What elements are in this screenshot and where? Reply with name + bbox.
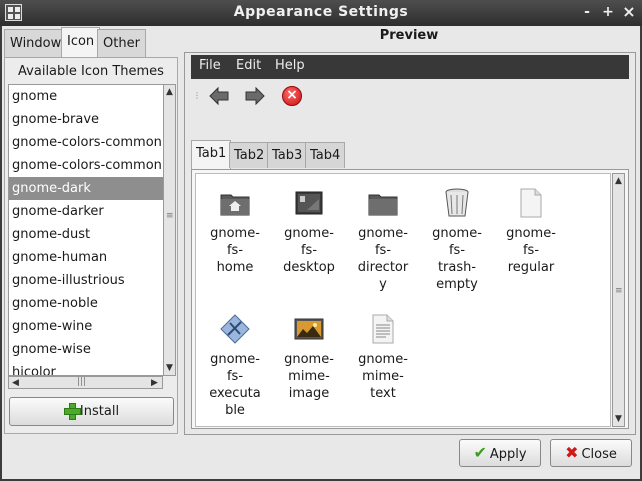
appearance-settings-window: Appearance Settings - + × Window Icon Ot… [0,0,642,481]
scroll-right-arrow-icon[interactable]: ▶ [151,378,158,388]
back-arrow-icon[interactable] [208,86,230,106]
icon-item-trash[interactable]: gnome- fs- trash- empty [420,187,494,293]
executable-icon [219,313,251,345]
close-x-icon: ✖ [565,443,579,462]
scroll-grip-icon: ||| [77,377,87,387]
tab-3[interactable]: Tab3 [267,142,308,168]
list-item-selected[interactable]: gnome-dark [9,177,163,200]
client-area: Window Icon Other Available Icon Themes … [2,26,640,479]
scroll-left-arrow-icon[interactable]: ◀ [12,378,19,388]
menu-help[interactable]: Help [275,58,305,73]
checkmark-icon: ✔ [473,443,487,462]
title-bar[interactable]: Appearance Settings - + × [0,0,642,26]
list-item[interactable]: gnome-illustrious [9,269,163,292]
minimize-button[interactable]: - [578,3,596,21]
list-item[interactable]: gnome-wine [9,315,163,338]
list-item[interactable]: gnome-human [9,246,163,269]
scroll-up-arrow-icon[interactable]: ▲ [166,87,173,97]
list-item[interactable]: gnome-wise [9,338,163,361]
install-label: Install [79,404,120,419]
close-label: Close [581,447,617,462]
maximize-button[interactable]: + [599,3,617,21]
list-item[interactable]: gnome-dust [9,223,163,246]
tab-icon[interactable]: Icon [61,27,101,57]
icon-item-home[interactable]: gnome- fs- home [198,187,272,276]
scroll-grip-icon: ≡ [166,211,174,221]
desktop-icon [293,187,325,219]
close-window-button[interactable]: × [620,3,638,21]
icon-item-mime-text[interactable]: gnome- mime- text [346,313,420,402]
tab-window[interactable]: Window [4,29,68,57]
regular-file-icon [515,187,547,219]
home-folder-icon [219,187,251,219]
list-item[interactable]: gnome-colors-common [9,154,163,177]
scroll-down-arrow-icon[interactable]: ▼ [166,363,173,373]
forward-arrow-icon[interactable] [244,86,266,106]
trash-icon [441,187,473,219]
scroll-grip-icon: ≡ [615,286,623,296]
install-button[interactable]: Install [9,397,174,426]
icon-item-regular[interactable]: gnome- fs- regular [494,187,568,276]
stop-icon[interactable]: × [282,86,302,106]
icon-item-mime-image[interactable]: gnome- mime- image [272,313,346,402]
menu-file[interactable]: File [199,58,221,73]
menu-edit[interactable]: Edit [236,58,261,73]
preview-menubar: File Edit Help [191,55,629,79]
list-item[interactable]: gnome-darker [9,200,163,223]
apply-label: Apply [489,447,527,462]
preview-toolbar: ⋮ × [191,81,629,111]
close-button[interactable]: ✖ Close [550,439,632,467]
scroll-up-arrow-icon[interactable]: ▲ [615,176,622,186]
icon-view-vertical-scrollbar[interactable]: ▲ ≡ ▼ [612,173,625,427]
image-file-icon [293,313,325,345]
icon-item-desktop[interactable]: gnome- fs- desktop [272,187,346,276]
list-item[interactable]: gnome-colors-common [9,131,163,154]
available-themes-heading: Available Icon Themes [18,64,164,79]
scroll-down-arrow-icon[interactable]: ▼ [615,414,622,424]
tab-1[interactable]: Tab1 [191,140,232,169]
tab-2[interactable]: Tab2 [229,142,270,168]
preview-frame: File Edit Help ⋮ × Tab1 Tab2 Tab3 Tab4 g… [184,52,636,435]
icon-item-directory[interactable]: gnome- fs- director y [346,187,420,293]
preview-heading: Preview [379,28,439,43]
icon-item-executable[interactable]: gnome- fs- executa ble [198,313,272,419]
list-item[interactable]: gnome-brave [9,108,163,131]
tab-other[interactable]: Other [97,29,146,57]
window-title: Appearance Settings [233,4,409,20]
icon-theme-panel: Available Icon Themes gnome gnome-brave … [4,57,178,434]
themes-vertical-scrollbar[interactable]: ▲ ≡ ▼ [163,84,176,376]
tab-4[interactable]: Tab4 [305,142,346,168]
icon-view[interactable]: gnome- fs- home gnome- fs- desktop gnome… [195,173,611,427]
icon-area: gnome- fs- home gnome- fs- desktop gnome… [191,169,629,429]
plus-icon [63,403,81,420]
icon-themes-list[interactable]: gnome gnome-brave gnome-colors-common gn… [8,84,163,376]
text-file-icon [367,313,399,345]
apply-button[interactable]: ✔ Apply [459,439,541,467]
list-item[interactable]: hicolor [9,361,163,375]
folder-icon [367,187,399,219]
list-item[interactable]: gnome-noble [9,292,163,315]
themes-horizontal-scrollbar[interactable]: ◀ ||| ▶ [8,376,163,389]
list-item[interactable]: gnome [9,85,163,108]
toolbar-handle-icon[interactable]: ⋮ [193,91,201,100]
